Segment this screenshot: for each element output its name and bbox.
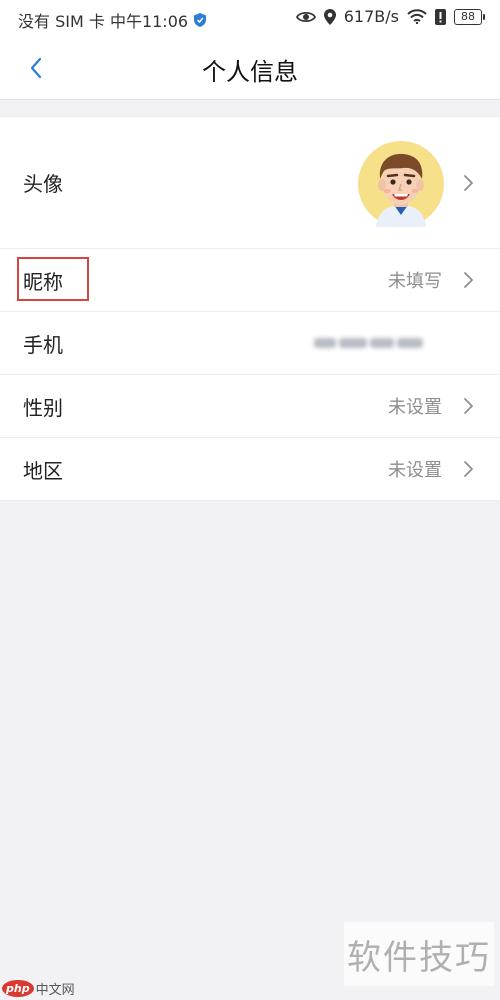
network-speed: 617B/s <box>343 7 399 26</box>
row-avatar[interactable]: 头像 <box>0 117 500 249</box>
avatar <box>358 141 444 227</box>
row-value: 未填写 <box>388 271 442 292</box>
row-value: 未设置 <box>388 397 442 418</box>
page-title: 个人信息 <box>202 58 298 86</box>
row-label: 手机 <box>23 332 63 357</box>
blurred-phone-number <box>314 334 434 352</box>
row-value: 未设置 <box>388 460 442 481</box>
wifi-icon <box>407 9 427 24</box>
carrier-time: 没有 SIM 卡 中午11:06 <box>18 12 189 31</box>
row-label: 地区 <box>23 458 63 483</box>
row-label: 昵称 <box>23 269 63 294</box>
watermark-brand: 软件技巧 <box>344 922 494 986</box>
row-nickname[interactable]: 昵称 未填写 <box>0 249 500 312</box>
row-gender[interactable]: 性别 未设置 <box>0 375 500 438</box>
shield-icon <box>194 13 207 27</box>
row-label: 头像 <box>23 172 63 196</box>
chevron-right-icon <box>464 398 473 414</box>
status-left: 没有 SIM 卡 中午11:06 <box>18 8 207 32</box>
chevron-right-icon <box>464 174 473 191</box>
location-icon <box>323 8 336 25</box>
status-bar: 没有 SIM 卡 中午11:06 617B/s 88 <box>0 0 500 36</box>
eye-icon <box>295 11 316 22</box>
status-right: 617B/s 88 <box>295 7 485 26</box>
php-logo: php <box>2 980 34 997</box>
header: 个人信息 <box>0 36 500 100</box>
watermark-site-name: 中文网 <box>35 983 75 998</box>
alert-icon <box>435 8 446 25</box>
chevron-right-icon <box>464 272 473 288</box>
chevron-right-icon <box>464 461 473 477</box>
row-region[interactable]: 地区 未设置 <box>0 438 500 500</box>
battery-icon: 88 <box>454 8 485 25</box>
profile-list: 头像 昵称 未填写 手机 性别 未设置 地区 未设置 <box>0 116 500 501</box>
row-label: 性别 <box>23 395 63 420</box>
watermark-logo: php 中文网 <box>2 979 75 998</box>
row-phone[interactable]: 手机 <box>0 312 500 375</box>
